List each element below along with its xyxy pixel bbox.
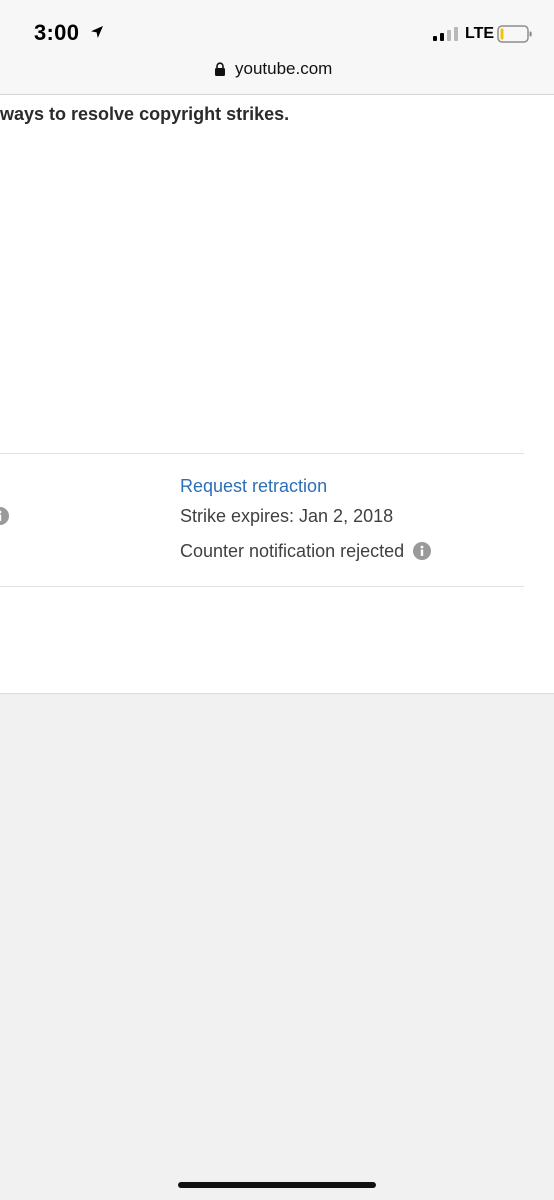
strike-status-cell: Request retraction Strike expires: Jan 2… xyxy=(180,476,432,566)
location-arrow-icon xyxy=(91,26,103,38)
address-bar[interactable]: youtube.com xyxy=(0,56,554,95)
url-text: youtube.com xyxy=(235,59,333,78)
row-divider-bottom xyxy=(0,586,524,587)
counter-notification-status: Counter notification rejected xyxy=(180,536,432,566)
page-content: ways to resolve copyright strikes. Reque… xyxy=(0,95,554,694)
battery-icon xyxy=(497,25,532,43)
home-indicator[interactable] xyxy=(178,1182,376,1188)
request-retraction-link[interactable]: Request retraction xyxy=(180,476,327,496)
intro-text: ways to resolve copyright strikes. xyxy=(0,104,290,124)
counter-notification-text: Counter notification rejected xyxy=(180,541,405,561)
strike-expires-text: Strike expires: Jan 2, 2018 xyxy=(180,506,394,526)
info-icon[interactable] xyxy=(413,542,432,560)
network-type: LTE xyxy=(465,25,495,42)
url-display[interactable]: youtube.com xyxy=(214,59,332,79)
row-divider-top xyxy=(0,453,524,454)
lock-icon xyxy=(215,62,225,76)
status-time: 3:00 xyxy=(34,20,80,45)
status-bar: 3:00 LTE xyxy=(0,0,554,56)
info-icon[interactable] xyxy=(0,507,9,525)
signal-bars-icon xyxy=(433,27,458,41)
